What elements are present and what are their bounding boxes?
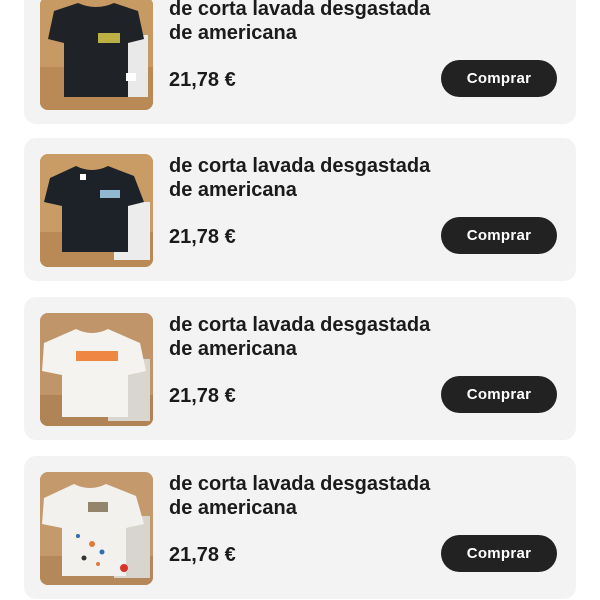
white-tshirt-image (40, 472, 153, 585)
product-card[interactable]: de corta lavada desgastada de americana … (24, 0, 576, 124)
product-title-line2: de americana (169, 22, 297, 44)
black-tshirt-image (40, 154, 153, 267)
buy-button[interactable]: Comprar (441, 376, 557, 413)
product-price: 21,78 € (169, 385, 236, 407)
product-price: 21,78 € (169, 69, 236, 91)
product-card[interactable]: de corta lavada desgastada de americana … (24, 456, 576, 599)
buy-button[interactable]: Comprar (441, 60, 557, 97)
product-title-line2: de americana (169, 497, 297, 519)
product-card[interactable]: de corta lavada desgastada de americana … (24, 297, 576, 440)
product-title: de corta lavada desgastada de americana (169, 472, 499, 520)
product-image[interactable] (40, 0, 153, 110)
black-tshirt-image (40, 0, 153, 110)
product-card[interactable]: de corta lavada desgastada de americana … (24, 138, 576, 281)
product-title: de corta lavada desgastada de americana (169, 154, 499, 202)
product-title: de corta lavada desgastada de americana (169, 0, 499, 45)
product-title-line1: de corta lavada desgastada (169, 473, 431, 495)
product-title-line1: de corta lavada desgastada (169, 314, 431, 336)
product-image[interactable] (40, 313, 153, 426)
product-title-line2: de americana (169, 179, 297, 201)
product-price: 21,78 € (169, 544, 236, 566)
product-title-line2: de americana (169, 338, 297, 360)
product-price: 21,78 € (169, 226, 236, 248)
product-title-line1: de corta lavada desgastada (169, 0, 431, 20)
buy-button[interactable]: Comprar (441, 217, 557, 254)
product-image[interactable] (40, 472, 153, 585)
product-title: de corta lavada desgastada de americana (169, 313, 499, 361)
buy-button[interactable]: Comprar (441, 535, 557, 572)
product-image[interactable] (40, 154, 153, 267)
product-list: de corta lavada desgastada de americana … (0, 0, 600, 600)
product-title-line1: de corta lavada desgastada (169, 155, 431, 177)
white-tshirt-image (40, 313, 153, 426)
